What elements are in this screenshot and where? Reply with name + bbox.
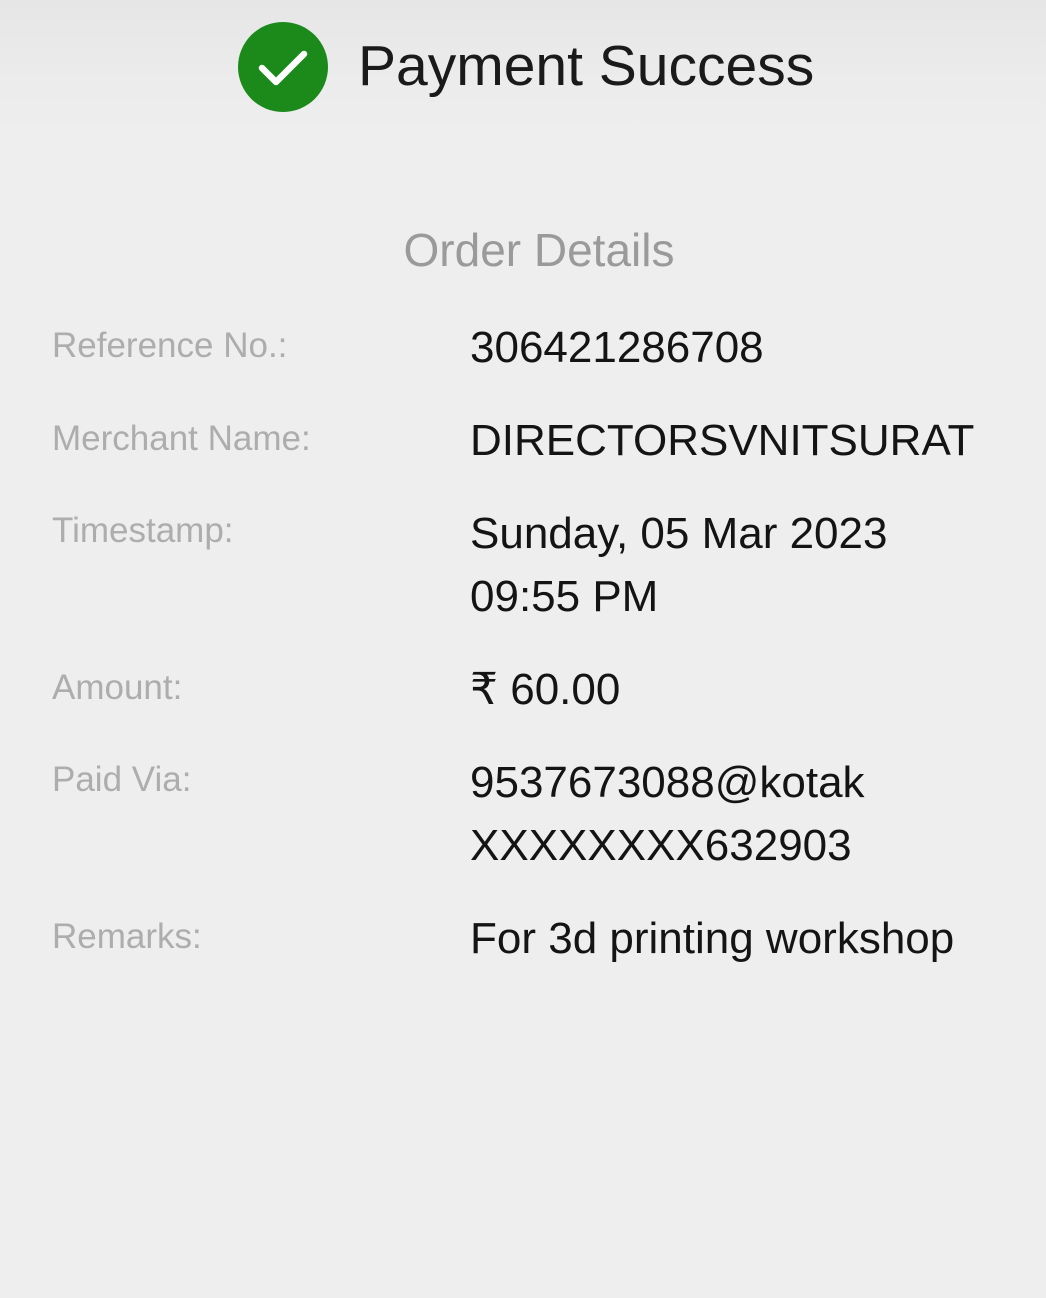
reference-number-label: Reference No.:: [52, 326, 288, 365]
checkmark-circle-icon: [238, 22, 328, 112]
timestamp-date-value: Sunday, 05 Mar 2023: [470, 509, 888, 558]
paid-via-label: Paid Via:: [52, 760, 192, 799]
reference-number-value: 306421286708: [470, 323, 764, 372]
paid-via-upi-value: 9537673088@kotak: [470, 758, 865, 807]
merchant-name-value: DIRECTORSVNITSURAT: [470, 416, 975, 465]
amount-label: Amount:: [52, 668, 183, 707]
remarks-label: Remarks:: [52, 917, 202, 956]
paid-via-account-value: XXXXXXXX632903: [470, 821, 852, 870]
remarks-value: For 3d printing workshop: [470, 914, 955, 963]
payment-status-title: Payment Success: [358, 34, 815, 98]
amount-value: ₹ 60.00: [470, 665, 621, 714]
status-header: Payment Success: [0, 0, 1046, 140]
timestamp-label: Timestamp:: [52, 511, 234, 550]
merchant-name-label: Merchant Name:: [52, 419, 311, 458]
order-details-heading: Order Details: [403, 224, 675, 276]
timestamp-time-value: 09:55 PM: [470, 572, 659, 621]
